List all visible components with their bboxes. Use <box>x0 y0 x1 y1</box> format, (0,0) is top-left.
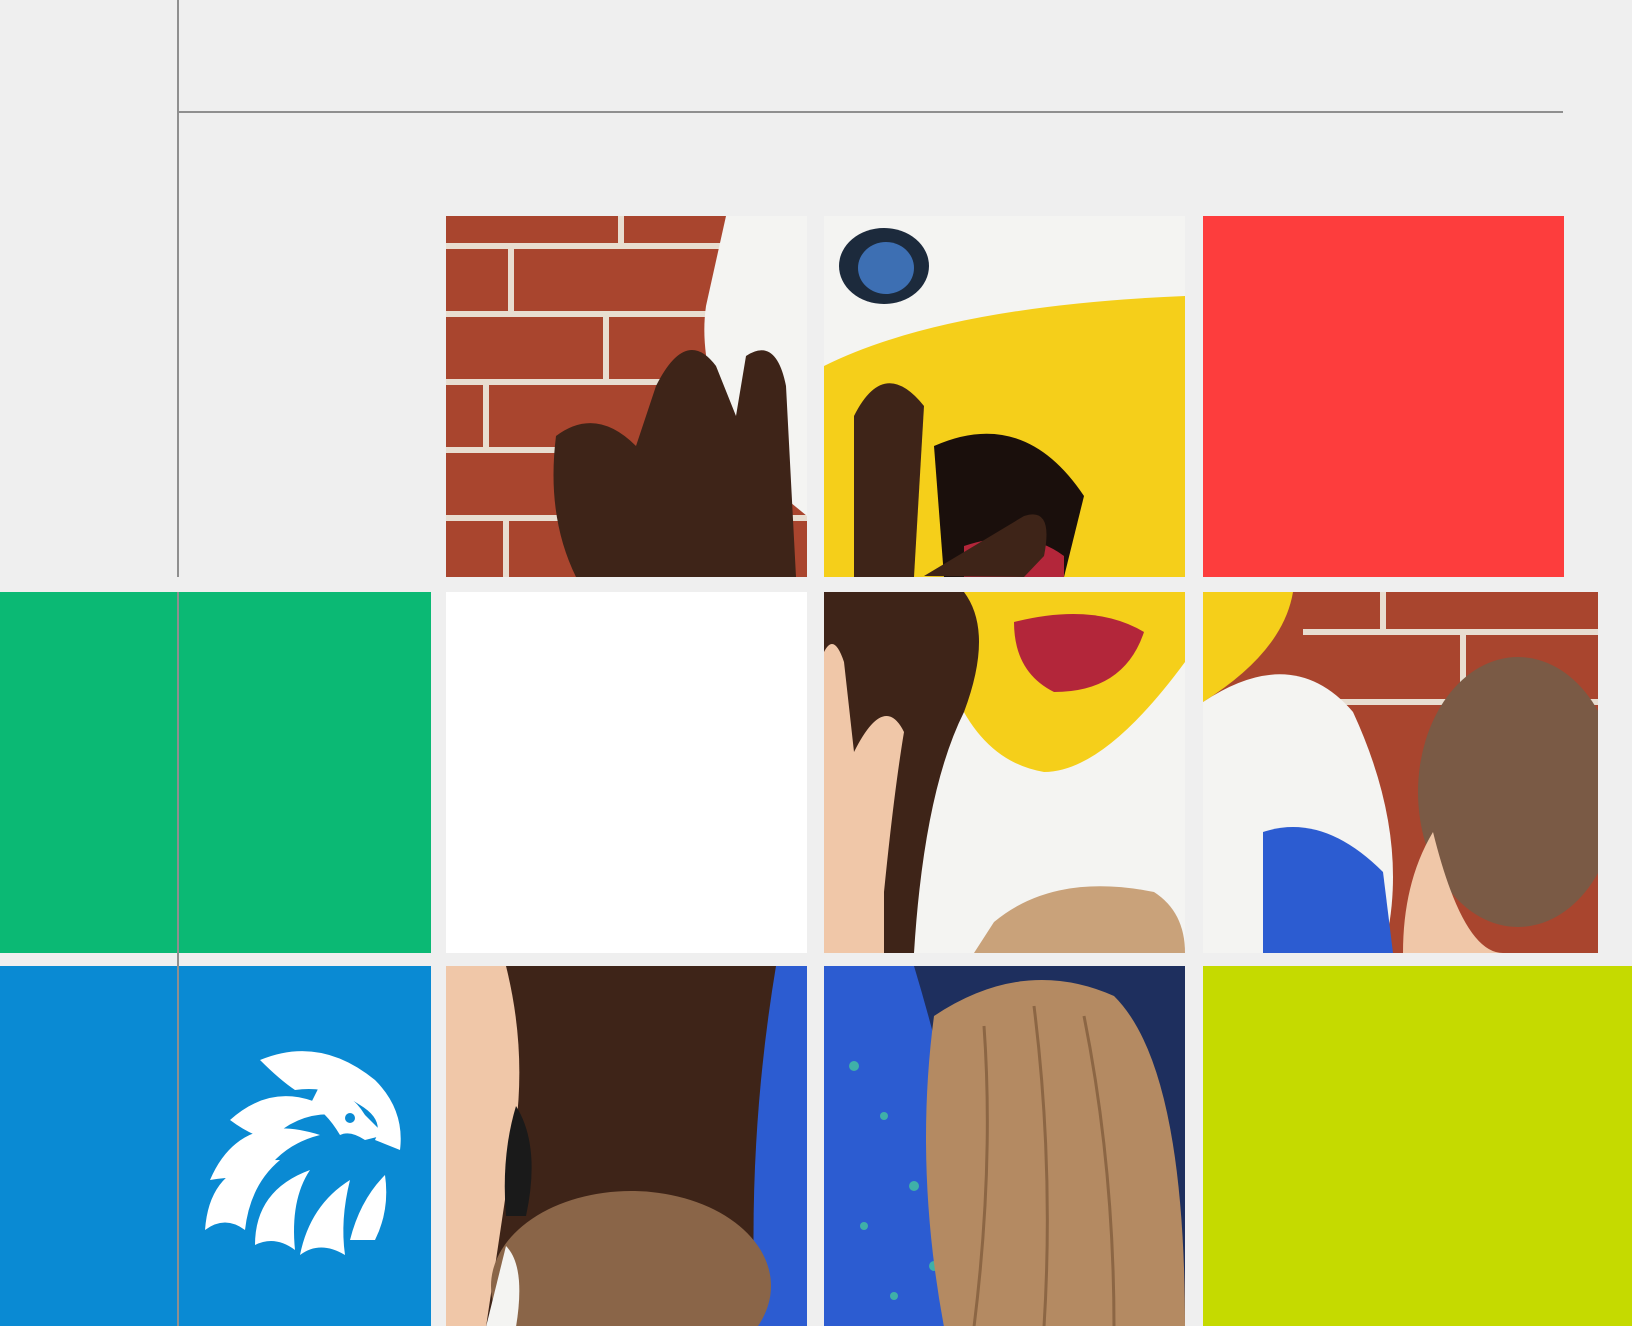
photo-tile-r3c3 <box>824 966 1185 1326</box>
photo-fragment-beak-hand <box>824 592 1185 953</box>
photo-fragment-eagle-eye-beak <box>824 216 1185 577</box>
photo-fragment-children-reaching <box>446 966 807 1326</box>
photo-tile-r2c4 <box>1203 592 1619 953</box>
photo-fragment-brick-glove <box>446 216 807 577</box>
collage-page <box>0 0 1632 1326</box>
color-tile-white <box>446 592 807 953</box>
photo-tile-r3c2 <box>446 966 807 1326</box>
horizontal-guide-line <box>177 111 1563 113</box>
guide-gap <box>177 577 179 592</box>
photo-tile-r2c3 <box>824 592 1185 953</box>
color-tile-green <box>0 592 431 953</box>
eagle-head-logo-icon <box>200 1040 410 1260</box>
photo-tile-r1c2 <box>446 216 807 577</box>
eagle-head-logo-graphic <box>205 1051 401 1255</box>
color-tile-red <box>1203 216 1564 577</box>
vertical-guide-line <box>177 0 179 1326</box>
color-tile-lime <box>1203 966 1632 1326</box>
photo-fragment-child-head <box>1203 592 1619 953</box>
photo-fragment-girl-hair <box>824 966 1185 1326</box>
photo-tile-r1c3 <box>824 216 1185 577</box>
